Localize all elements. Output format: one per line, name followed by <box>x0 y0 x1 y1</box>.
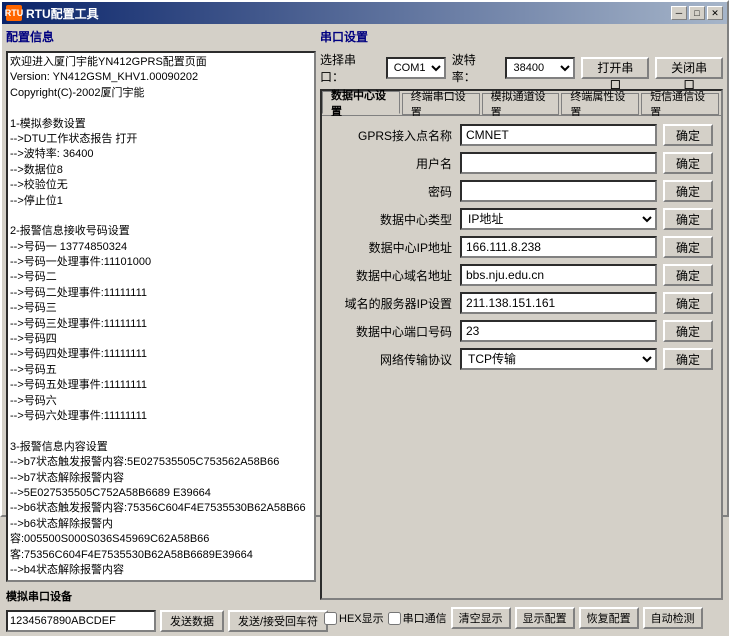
form-input-5[interactable] <box>460 264 657 286</box>
app-icon: RTU <box>6 5 22 21</box>
form-label-2: 密码 <box>330 183 460 200</box>
form-input-1[interactable] <box>460 152 657 174</box>
restore-config-button[interactable]: 恢复配置 <box>579 607 639 629</box>
config-info-title: 配置信息 <box>6 28 316 45</box>
form-row-4: 数据中心IP地址 确定 <box>330 236 713 258</box>
title-bar-left: RTU RTU配置工具 <box>6 5 99 22</box>
form-label-6: 域名的服务器IP设置 <box>330 295 460 312</box>
baud-rate-select[interactable]: 38400 <box>505 57 575 79</box>
form-label-1: 用户名 <box>330 155 460 172</box>
show-config-button[interactable]: 显示配置 <box>515 607 575 629</box>
confirm-btn-4[interactable]: 确定 <box>663 236 713 258</box>
title-bar: RTU RTU配置工具 ─ □ ✕ <box>2 2 727 24</box>
form-row-1: 用户名 确定 <box>330 152 713 174</box>
serial-port-bottom: 发送数据 发送/接受回车符 <box>6 610 316 632</box>
serial-comm-label: 串口通信 <box>403 610 447 626</box>
bottom-bar: HEX显示 串口通信 清空显示 显示配置 恢复配置 自动检测 <box>320 604 723 632</box>
form-row-8: 网络传输协议TCP传输UDP传输确定 <box>330 348 713 370</box>
form-row-5: 数据中心域名地址 确定 <box>330 264 713 286</box>
confirm-btn-5[interactable]: 确定 <box>663 264 713 286</box>
config-info-box[interactable]: 欢迎进入厦门宇能YN412GPRS配置页面 Version: YN412GSM_… <box>6 51 316 582</box>
form-row-0: GPRS接入点名称 确定 <box>330 124 713 146</box>
hex-display-checkbox[interactable] <box>324 612 337 625</box>
clear-display-button[interactable]: 清空显示 <box>451 607 511 629</box>
serial-comm-wrap: 串口通信 <box>388 610 447 626</box>
baud-rate-label: 波特率： <box>452 51 500 85</box>
form-row-7: 数据中心端口号码 确定 <box>330 320 713 342</box>
device-label: 模拟串口设备 <box>6 588 316 604</box>
confirm-btn-2[interactable]: 确定 <box>663 180 713 202</box>
main-window: RTU RTU配置工具 ─ □ ✕ 配置信息 欢迎进入厦门宇能YN412GPRS… <box>0 0 729 517</box>
title-buttons: ─ □ ✕ <box>671 6 723 20</box>
form-input-6[interactable] <box>460 292 657 314</box>
serial-top-row: 选择串口： COM1 波特率： 38400 打开串口 关闭串口 <box>320 51 723 85</box>
form-row-6: 域名的服务器IP设置 确定 <box>330 292 713 314</box>
auto-detect-button[interactable]: 自动检测 <box>643 607 703 629</box>
confirm-btn-3[interactable]: 确定 <box>663 208 713 230</box>
confirm-btn-6[interactable]: 确定 <box>663 292 713 314</box>
confirm-btn-1[interactable]: 确定 <box>663 152 713 174</box>
confirm-btn-8[interactable]: 确定 <box>663 348 713 370</box>
main-content: 配置信息 欢迎进入厦门宇能YN412GPRS配置页面 Version: YN41… <box>2 24 727 636</box>
form-row-3: 数据中心类型IP地址域名确定 <box>330 208 713 230</box>
form-select-3[interactable]: IP地址域名 <box>460 208 657 230</box>
tab-analog[interactable]: 模拟通道设置 <box>482 93 560 115</box>
port-select-label: 选择串口： <box>320 51 380 85</box>
window-title: RTU配置工具 <box>26 5 99 22</box>
right-panel: 串口设置 选择串口： COM1 波特率： 38400 打开串口 关闭串口 数据中… <box>320 28 723 632</box>
tab-datacenter[interactable]: 数据中心设置 <box>322 91 400 114</box>
form-row-2: 密码 确定 <box>330 180 713 202</box>
close-button[interactable]: ✕ <box>707 6 723 20</box>
serial-comm-checkbox[interactable] <box>388 612 401 625</box>
minimize-button[interactable]: ─ <box>671 6 687 20</box>
form-label-8: 网络传输协议 <box>330 351 460 368</box>
tab-panel: 数据中心设置终端串口设置模拟通道设置终端属性设置短信通信设置 GPRS接入点名称… <box>320 89 723 600</box>
open-port-button[interactable]: 打开串口 <box>581 57 649 79</box>
tab-terminal[interactable]: 终端串口设置 <box>402 93 480 115</box>
tab-property[interactable]: 终端属性设置 <box>561 93 639 115</box>
hex-display-wrap: HEX显示 <box>324 610 384 626</box>
serial-settings-title: 串口设置 <box>320 28 723 45</box>
send-receive-button[interactable]: 发送/接受回车符 <box>228 610 328 632</box>
form-input-7[interactable] <box>460 320 657 342</box>
form-label-3: 数据中心类型 <box>330 211 460 228</box>
form-input-0[interactable] <box>460 124 657 146</box>
maximize-button[interactable]: □ <box>689 6 705 20</box>
left-panel: 配置信息 欢迎进入厦门宇能YN412GPRS配置页面 Version: YN41… <box>6 28 316 632</box>
confirm-btn-0[interactable]: 确定 <box>663 124 713 146</box>
form-label-4: 数据中心IP地址 <box>330 239 460 256</box>
form-input-4[interactable] <box>460 236 657 258</box>
tab-sms[interactable]: 短信通信设置 <box>641 93 719 115</box>
hex-display-label: HEX显示 <box>339 610 384 626</box>
form-select-8[interactable]: TCP传输UDP传输 <box>460 348 657 370</box>
serial-data-input[interactable] <box>6 610 156 632</box>
form-label-0: GPRS接入点名称 <box>330 127 460 144</box>
send-data-button[interactable]: 发送数据 <box>160 610 224 632</box>
port-select[interactable]: COM1 <box>386 57 446 79</box>
tab-bar: 数据中心设置终端串口设置模拟通道设置终端属性设置短信通信设置 <box>322 91 721 116</box>
confirm-btn-7[interactable]: 确定 <box>663 320 713 342</box>
close-port-button[interactable]: 关闭串口 <box>655 57 723 79</box>
tab-content: GPRS接入点名称确定用户名确定密码确定数据中心类型IP地址域名确定数据中心IP… <box>322 116 721 598</box>
form-label-7: 数据中心端口号码 <box>330 323 460 340</box>
form-label-5: 数据中心域名地址 <box>330 267 460 284</box>
form-input-2[interactable] <box>460 180 657 202</box>
